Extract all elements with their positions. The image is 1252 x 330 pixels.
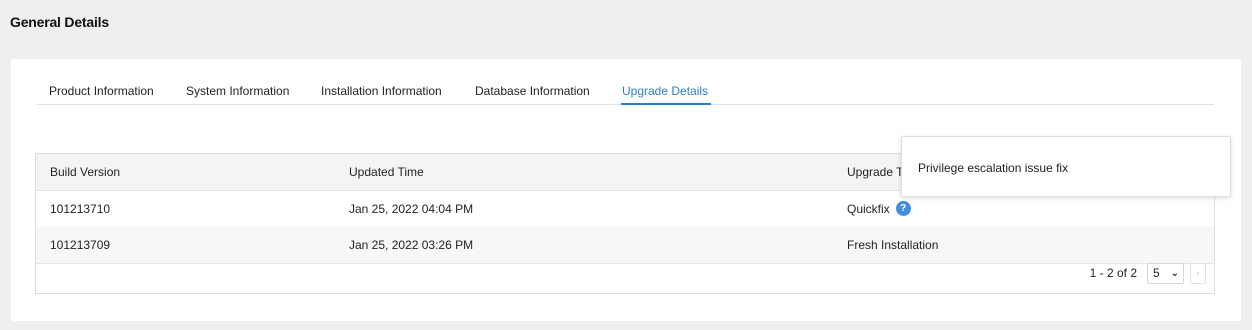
upgrade-type-cell: Fresh Installation [847, 238, 939, 252]
page-size-select[interactable]: 5 ⌄ [1147, 263, 1184, 284]
chevron-right-icon[interactable]: › [1190, 263, 1206, 284]
updated-time-cell: Jan 25, 2022 03:26 PM [349, 238, 474, 252]
build-version-cell: 101213710 [50, 202, 111, 216]
page-size-value: 5 [1153, 266, 1160, 280]
updated-time-cell: Jan 25, 2022 04:04 PM [349, 202, 474, 216]
help-icon[interactable]: ? [895, 200, 911, 216]
tab-upgrade-details[interactable]: Upgrade Details [622, 84, 708, 98]
tab-product-information[interactable]: Product Information [49, 84, 154, 98]
column-header-upgrade-type[interactable]: Upgrade T [847, 154, 903, 190]
tooltip-text: Privilege escalation issue fix [918, 161, 1069, 175]
tab-bar: Product Information System Information I… [37, 77, 1214, 105]
upgrade-type-text: Quickfix [847, 202, 890, 216]
table-row: 101213709 Jan 25, 2022 03:26 PM Fresh In… [36, 227, 1214, 264]
tab-database-information[interactable]: Database Information [475, 84, 590, 98]
tab-system-information[interactable]: System Information [186, 84, 289, 98]
column-header-build-version[interactable]: Build Version [50, 154, 120, 190]
build-version-cell: 101213709 [50, 238, 111, 252]
page-title: General Details [10, 14, 109, 30]
tab-installation-information[interactable]: Installation Information [321, 84, 442, 98]
pagination-range: 1 - 2 of 2 [1089, 266, 1137, 280]
column-header-updated-time[interactable]: Updated Time [349, 154, 424, 190]
help-tooltip: Privilege escalation issue fix [901, 136, 1231, 197]
chevron-down-icon: ⌄ [1170, 268, 1179, 279]
pagination: 1 - 2 of 2 ‹ 5 ⌄ › [1006, 262, 1206, 286]
active-tab-indicator [621, 103, 711, 105]
